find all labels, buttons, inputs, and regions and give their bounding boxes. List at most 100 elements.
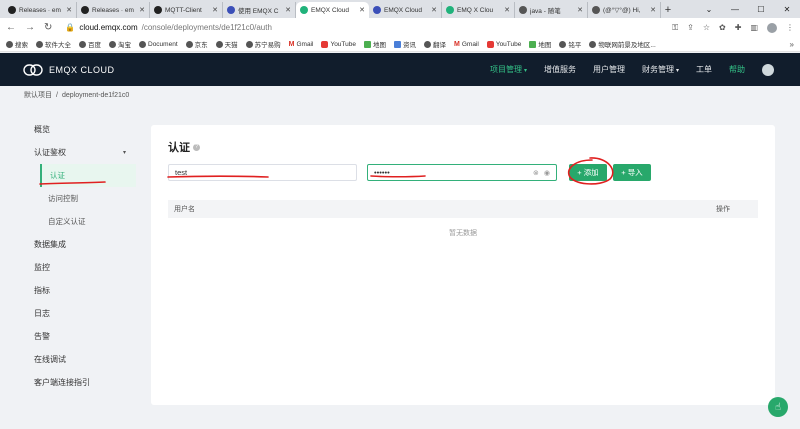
star-icon[interactable]: ☆ [703,23,710,32]
add-button[interactable]: + 添加 [569,164,607,181]
close-tab-icon[interactable]: ✕ [66,6,72,14]
bookmark-item[interactable]: 搜索 [6,39,28,49]
browser-tab[interactable]: Releases · em ✕ [77,2,150,18]
close-tab-icon[interactable]: ✕ [359,6,365,14]
nav-item[interactable]: 项目管理 ▾ [490,64,527,75]
close-tab-icon[interactable]: ✕ [139,6,145,14]
sidebar-item[interactable]: 告警 [24,325,136,348]
emqx-logo[interactable]: EMQX CLOUD [23,63,115,76]
browser-tab[interactable]: Releases · em ✕ [4,2,77,18]
browser-tab[interactable]: 使用 EMQX C ✕ [223,2,296,18]
bookmark-item[interactable]: 资讯 [394,39,416,49]
url-domain: cloud.emqx.com [79,23,138,32]
sidebar-item[interactable]: 指标 [24,279,136,302]
bookmark-item[interactable]: 淘宝 [109,39,131,49]
sidebar-item[interactable]: 概览 [24,118,136,141]
browser-tab[interactable]: MQTT-Client ✕ [150,2,223,18]
forward-icon[interactable]: → [25,22,35,33]
import-button[interactable]: + 导入 [613,164,651,181]
browser-tab-title: EMQX Cloud [311,6,349,14]
auth-panel: 认证 ? test •••••• ⊗ ◉ + 添加 + 导入 用户名 操作 暂无… [151,125,775,405]
globe-icon [424,40,431,48]
lock-icon: 🔒 [65,23,76,32]
nav-item[interactable]: 增值服务 [544,64,576,75]
bookmark-item[interactable]: YouTube [321,40,356,48]
sidebar-item[interactable]: 在线调试 [24,348,136,371]
nav-item[interactable]: 用户管理 [593,64,625,75]
nav-item[interactable]: 帮助 [729,64,745,75]
menu-icon[interactable]: ⋮ [786,23,794,32]
sidebar-item[interactable]: 认证鉴权 ▾ [24,141,136,164]
sidebar-item-label: 客户端连接指引 [34,378,90,387]
browser-tab[interactable]: (@°▽°@) Hi, ✕ [588,2,661,18]
document-icon [373,6,381,14]
bookmark-label: 淘宝 [118,42,131,49]
close-tab-icon[interactable]: ✕ [212,6,218,14]
floating-help-button[interactable]: ☝ [768,397,788,417]
share-icon[interactable]: ⇪ [687,23,694,32]
bookmark-item[interactable]: 地图 [529,39,551,49]
browser-tab-title: 使用 EMQX C [238,8,279,15]
key-icon[interactable]: ⚿ [672,23,678,33]
sidebar-item[interactable]: 访问控制 [24,187,136,210]
help-circle-icon[interactable]: ? [193,143,200,151]
puzzle-icon[interactable]: ✚ [735,23,742,32]
browser-tab[interactable]: EMQX Cloud ✕ [369,2,442,18]
breadcrumb-project[interactable]: 默认项目 [24,90,52,100]
bookmark-item[interactable]: 天猫 [215,39,238,49]
sidebar-item[interactable]: 客户端连接指引 [24,371,136,394]
tab-search-icon[interactable]: ⌄ [696,0,722,18]
new-tab-button[interactable]: + [661,2,675,18]
bookmark-item[interactable]: M Gmail [454,41,479,48]
globe-icon [215,40,223,48]
sidebar-item[interactable]: 监控 [24,256,136,279]
sidepanel-icon[interactable]: ▥ [750,23,758,32]
nav-item[interactable]: 财务管理 ▾ [642,64,679,75]
bookmark-item[interactable]: YouTube [486,40,521,48]
browser-tab[interactable]: EMQX Cloud ✕ [296,2,369,18]
bookmark-item[interactable]: 京东 [185,39,208,49]
close-tab-icon[interactable]: ✕ [431,6,437,14]
bookmark-item[interactable]: 苏宁易购 [245,39,281,49]
close-tab-icon[interactable]: ✕ [577,6,583,14]
sidebar-item[interactable]: 数据集成 [24,233,136,256]
sidebar-item[interactable]: 自定义认证 [24,210,136,233]
password-input[interactable]: •••••• ⊗ ◉ [367,164,557,181]
bookmark-item[interactable]: 百度 [79,39,101,49]
reload-icon[interactable]: ↻ [44,22,52,33]
clear-icon[interactable]: ⊗ [533,169,539,177]
user-avatar[interactable] [762,63,774,76]
bookmark-item[interactable]: M Gmail [289,41,314,48]
eye-icon[interactable]: ◉ [544,169,550,177]
extension-icon[interactable]: ✿ [719,23,726,32]
sidebar-item[interactable]: 认证 [40,164,136,187]
table-header: 用户名 操作 [168,200,758,218]
bookmark-item[interactable]: 铭平 [559,39,581,49]
sidebar-item-label: 告警 [34,332,50,341]
sidebar-item[interactable]: 日志 [24,302,136,325]
username-input[interactable]: test [168,164,357,181]
bookmark-label: 翻译 [433,42,446,49]
maximize-icon[interactable]: ☐ [748,0,774,18]
back-icon[interactable]: ← [6,22,16,33]
profile-icon[interactable] [767,22,777,33]
bookmark-item[interactable]: 翻译 [424,39,446,49]
close-window-icon[interactable]: ✕ [774,0,800,18]
close-tab-icon[interactable]: ✕ [285,6,291,14]
bookmark-item[interactable]: Document [139,40,178,48]
browser-tab[interactable]: java - 随笔 ✕ [515,2,588,18]
bookmark-item[interactable]: 物联网前景及地区... [589,39,656,49]
globe-icon [139,40,146,48]
browser-tab[interactable]: EMQ X Clou ✕ [442,2,515,18]
main-nav: 项目管理 ▾ 增值服务 用户管理 财务管理 ▾ 工单 帮助 [490,53,774,86]
bookmarks-overflow-icon[interactable]: » [790,40,794,49]
close-tab-icon[interactable]: ✕ [504,6,510,14]
minimize-icon[interactable]: — [722,0,748,18]
map-icon [529,40,537,48]
address-bar[interactable]: 🔒 cloud.emqx.com/console/deployments/de1… [61,21,663,35]
bookmark-item[interactable]: 地图 [364,39,386,49]
sidebar-item-label: 访问控制 [48,194,78,203]
close-tab-icon[interactable]: ✕ [650,6,656,14]
nav-item[interactable]: 工单 [696,64,712,75]
bookmark-item[interactable]: 软件大全 [36,39,71,49]
